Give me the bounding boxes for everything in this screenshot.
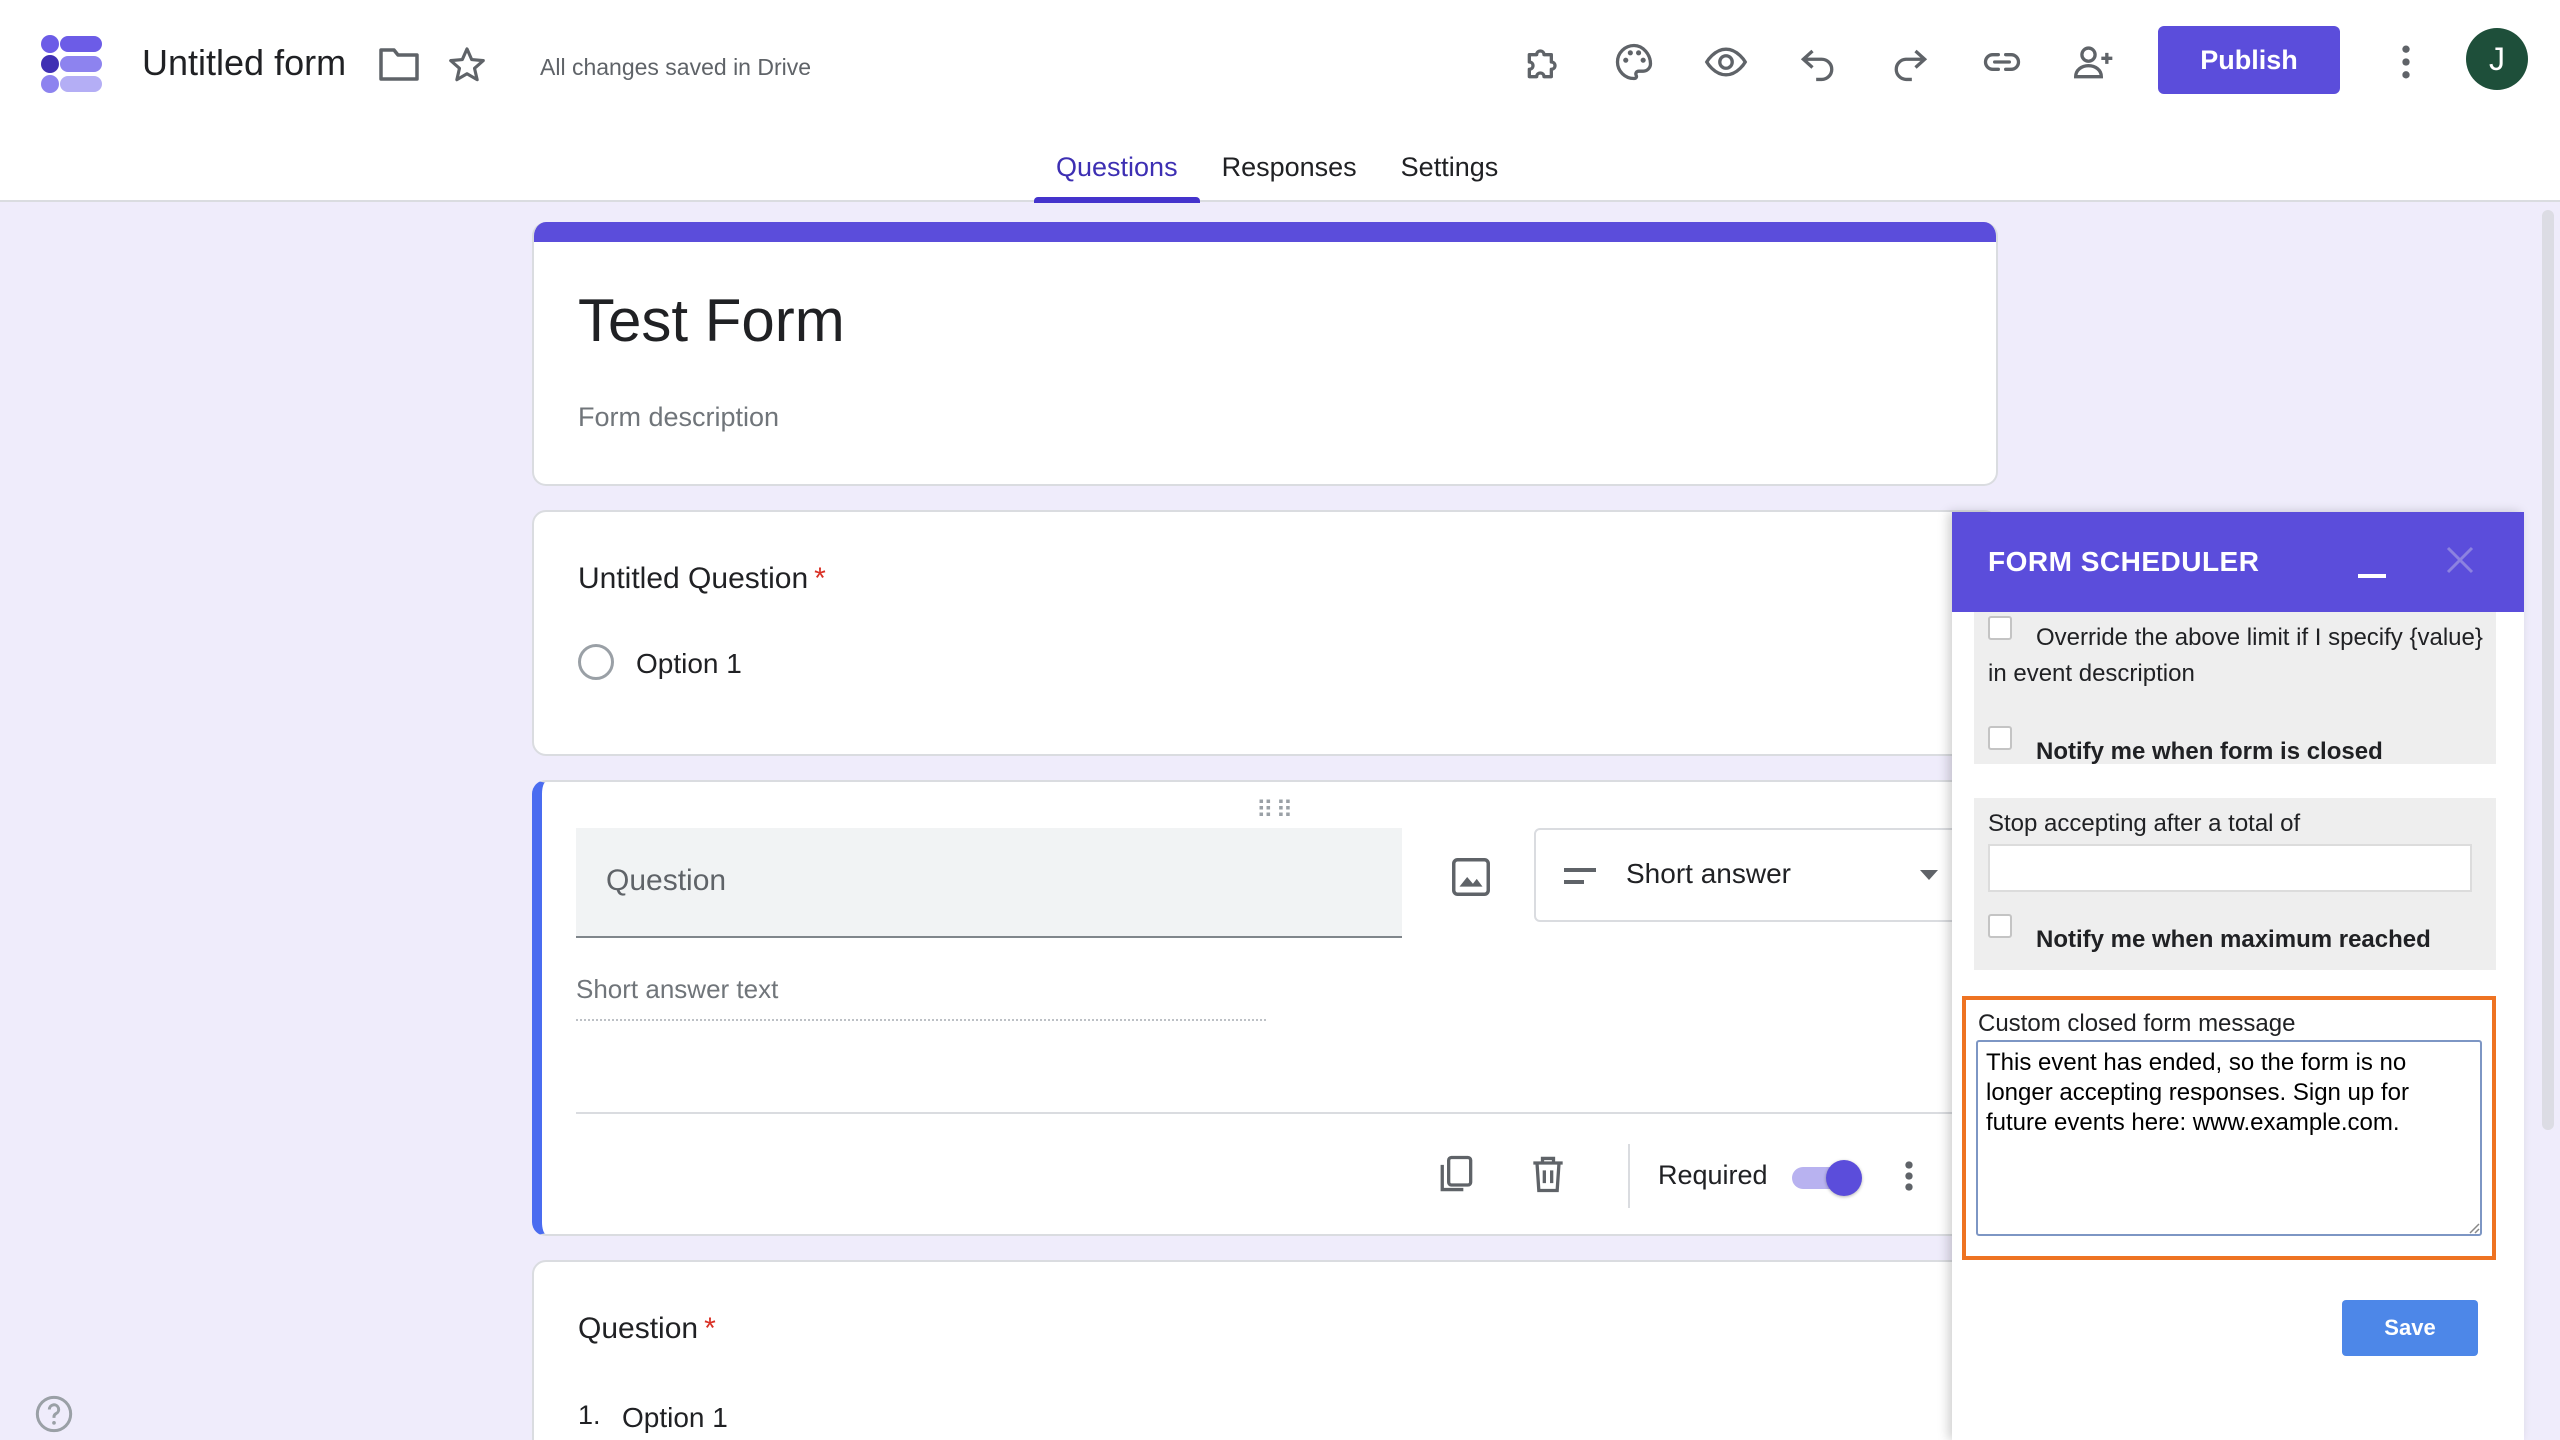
document-title[interactable]: Untitled form [142,42,346,84]
question-type-label: Short answer [1626,858,1791,889]
tab-questions[interactable]: Questions [1034,140,1200,203]
form-title-card: Test Form Form description [532,222,1998,486]
tab-settings[interactable]: Settings [1379,140,1521,203]
divider [576,1112,1976,1114]
redo-icon[interactable] [1888,40,1932,84]
notify-max-label: Notify me when maximum reached [2036,926,2431,953]
required-asterisk: * [704,1312,716,1345]
radio-button[interactable] [578,644,614,680]
vertical-divider [1628,1144,1630,1208]
required-asterisk: * [814,562,826,595]
more-vert-icon[interactable] [2384,40,2428,84]
save-status: All changes saved in Drive [540,54,812,80]
question-card-3[interactable]: Question * 1. Option 1 [532,1260,1998,1440]
tab-bar: Questions Responses Settings [1034,140,1520,203]
forms-logo-icon[interactable] [38,34,104,94]
link-icon[interactable] [1980,40,2024,84]
duplicate-icon[interactable] [1434,1152,1478,1196]
addon-icon[interactable] [1522,40,1566,84]
toggle-knob [1826,1160,1862,1196]
tab-responses[interactable]: Responses [1200,140,1379,203]
question-type-dropdown[interactable]: Short answer [1534,828,1962,922]
stop-after-input[interactable] [1988,844,2472,892]
required-label: Required [1658,1160,1768,1190]
close-icon[interactable] [2440,540,2480,580]
add-collaborator-icon[interactable] [2072,40,2116,84]
option-number: 1. [578,1400,601,1430]
chevron-down-icon [1920,870,1938,880]
add-image-icon[interactable] [1448,854,1494,900]
custom-message-label: Custom closed form message [1978,1010,2296,1037]
app-header: Untitled form All changes saved in Drive… [0,0,2560,203]
option-label: Option 1 [622,1402,728,1433]
undo-icon[interactable] [1796,40,1840,84]
notify-closed-checkbox[interactable] [1988,726,2012,750]
avatar[interactable]: J [2466,28,2528,90]
form-description-field[interactable]: Form description [578,402,779,433]
delete-icon[interactable] [1526,1152,1570,1196]
option-label: Option 1 [636,648,742,679]
custom-message-textarea[interactable]: This event has ended, so the form is no … [1976,1040,2482,1236]
question-title: Question * [578,1312,716,1345]
form-title[interactable]: Test Form [578,286,845,355]
save-button[interactable]: Save [2342,1300,2478,1356]
required-toggle[interactable] [1792,1160,1864,1196]
panel-title: FORM SCHEDULER [1988,546,2260,577]
accent-band [534,222,1996,242]
palette-icon[interactable] [1612,40,1656,84]
question-title: Untitled Question * [578,562,826,595]
stop-after-label: Stop accepting after a total of [1988,810,2301,837]
notify-max-checkbox[interactable] [1988,914,2012,938]
panel-header: FORM SCHEDULER [1952,512,2524,612]
question-card-1[interactable]: Untitled Question * Option 1 [532,510,1998,756]
custom-message-highlight: Custom closed form message This event ha… [1962,996,2496,1260]
max-responses-section: Stop accepting after a total of Notify m… [1974,798,2496,970]
help-icon[interactable] [34,1394,74,1434]
resize-grip-icon[interactable] [2466,1220,2480,1234]
question-card-active[interactable]: ⠿⠿ Question Short answer Short answer te… [532,780,1998,1236]
override-limit-label: Override the above limit if I specify {v… [1988,624,2483,687]
drag-handle-icon[interactable]: ⠿⠿ [1256,796,1295,825]
question-more-icon[interactable] [1894,1154,1924,1198]
limit-options-section: Override the above limit if I specify {v… [1974,612,2496,765]
notify-closed-label: Notify me when form is closed [2036,738,2383,765]
folder-icon[interactable] [378,46,420,82]
page-scrollbar[interactable] [2542,210,2554,1130]
minimize-icon[interactable] [2352,542,2392,582]
form-scheduler-panel: FORM SCHEDULER Override the above limit … [1952,512,2524,1440]
short-answer-preview: Short answer text [576,974,1266,1021]
question-title-input[interactable]: Question [576,828,1402,938]
short-answer-lines-icon [1564,868,1596,884]
publish-button[interactable]: Publish [2158,26,2340,94]
preview-eye-icon[interactable] [1704,40,1748,84]
star-icon[interactable] [446,44,488,86]
